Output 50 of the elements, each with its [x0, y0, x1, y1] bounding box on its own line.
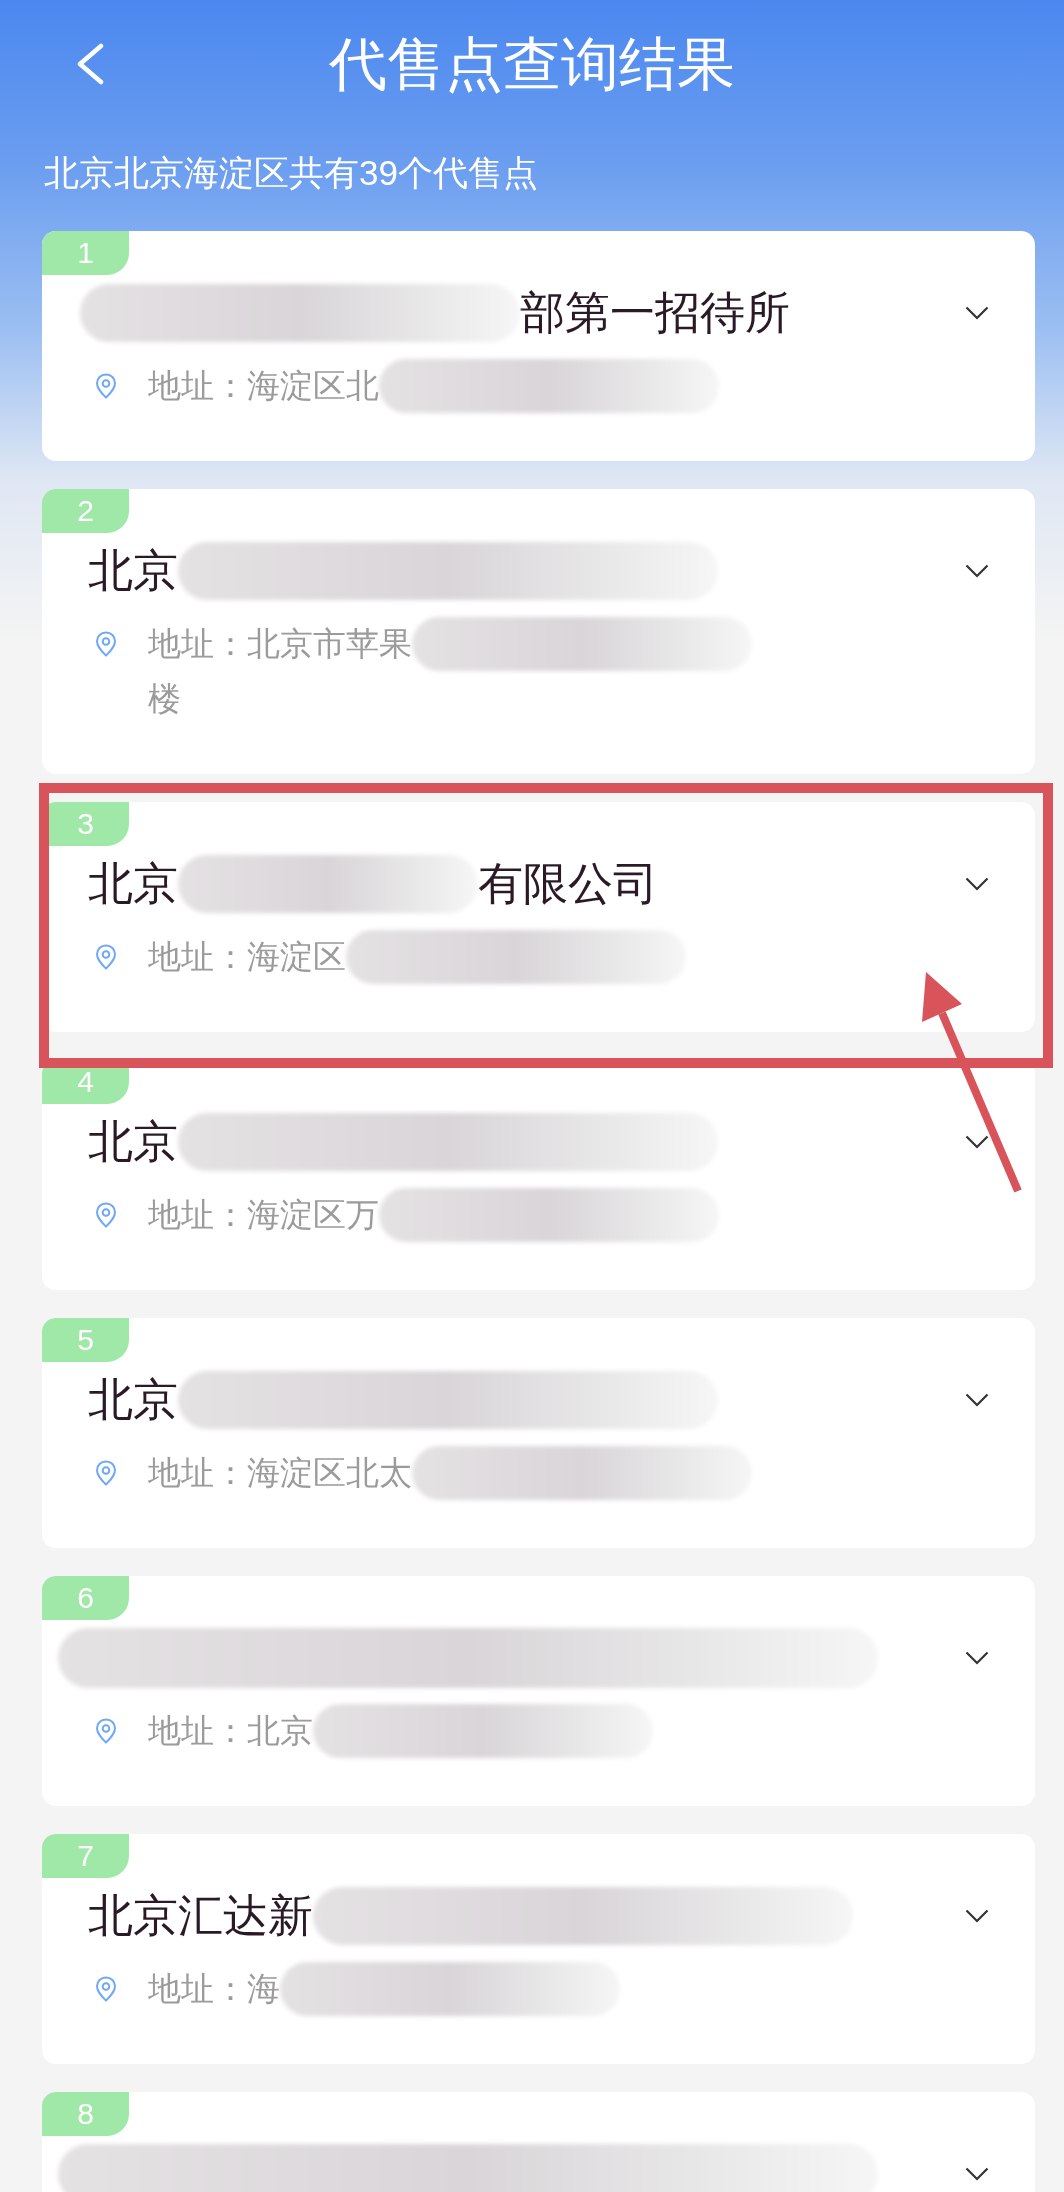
- outlet-card[interactable]: 7 北京汇达新 地址：海: [42, 1834, 1035, 2064]
- chevron-down-icon: [965, 1909, 989, 1923]
- outlet-address: 地址：海淀区北: [148, 366, 379, 406]
- expand-button[interactable]: [965, 1909, 989, 1923]
- expand-button[interactable]: [965, 306, 989, 320]
- outlet-name: 北京汇达新: [88, 1890, 313, 1942]
- number-tag: 1: [42, 231, 129, 275]
- outlet-card[interactable]: 1 部第一招待所 地址：海淀区北: [42, 231, 1035, 461]
- outlet-address: 地址：北京: [148, 1711, 313, 1751]
- location-pin-icon: [95, 1201, 117, 1228]
- page-title: 代售点查询结果: [329, 30, 735, 98]
- outlet-address: 地址：北京市苹果: [148, 624, 412, 664]
- outlet-card[interactable]: 5 北京 地址：海淀区北太: [42, 1318, 1035, 1548]
- chevron-down-icon: [965, 2167, 989, 2181]
- expand-button[interactable]: [965, 1651, 989, 1665]
- expand-button[interactable]: [965, 2167, 989, 2181]
- chevron-down-icon: [965, 877, 989, 891]
- outlet-address: 楼: [148, 679, 181, 719]
- number-tag: 7: [42, 1834, 129, 1878]
- expand-button[interactable]: [965, 877, 989, 891]
- outlet-name: 北京: [88, 1116, 178, 1168]
- number-tag: 5: [42, 1318, 129, 1362]
- number-tag: 6: [42, 1576, 129, 1620]
- outlet-name: 北京: [88, 545, 178, 597]
- location-pin-icon: [95, 372, 117, 399]
- chevron-down-icon: [965, 564, 989, 578]
- outlet-card[interactable]: 2 北京 地址：北京市苹果 楼: [42, 489, 1035, 774]
- chevron-down-icon: [965, 1135, 989, 1149]
- outlet-name: 北京: [88, 1374, 178, 1426]
- result-summary: 北京北京海淀区共有39个代售点: [43, 152, 539, 194]
- outlet-name: 北京: [88, 858, 178, 910]
- outlet-name: 有限公司: [478, 858, 658, 910]
- location-pin-icon: [95, 1459, 117, 1486]
- outlet-name: 部第一招待所: [520, 287, 790, 339]
- chevron-down-icon: [965, 1651, 989, 1665]
- chevron-down-icon: [965, 1393, 989, 1407]
- location-pin-icon: [95, 1717, 117, 1744]
- chevron-down-icon: [965, 306, 989, 320]
- expand-button[interactable]: [965, 564, 989, 578]
- location-pin-icon: [95, 630, 117, 657]
- outlet-address: 地址：海淀区: [148, 937, 346, 977]
- number-tag: 8: [42, 2092, 129, 2136]
- expand-button[interactable]: [965, 1393, 989, 1407]
- number-tag: 2: [42, 489, 129, 533]
- location-pin-icon: [95, 1975, 117, 2002]
- location-pin-icon: [95, 943, 117, 970]
- outlet-address: 地址：海淀区北太: [148, 1453, 412, 1493]
- outlet-address: 地址：海: [148, 1969, 280, 2009]
- outlet-address: 地址：海淀区万: [148, 1195, 379, 1235]
- expand-button[interactable]: [965, 1135, 989, 1149]
